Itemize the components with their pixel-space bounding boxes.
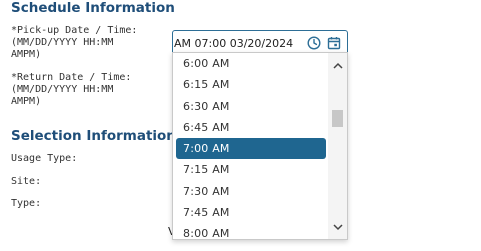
dropdown-scrollbar[interactable]	[328, 53, 347, 239]
time-option-715[interactable]: 7:15 AM	[173, 159, 329, 180]
chevron-down-icon[interactable]	[328, 219, 347, 235]
time-options: 6:00 AM 6:15 AM 6:30 AM 6:45 AM 7:00 AM …	[173, 53, 329, 239]
time-option-600[interactable]: 6:00 AM	[173, 53, 329, 74]
return-date-time-label: *Return Date / Time: (MM/DD/YYYY HH:MM A…	[11, 72, 132, 107]
pickup-date-time-value[interactable]: 03/20/2024 07:00 AM	[173, 37, 304, 50]
time-option-745[interactable]: 7:45 AM	[173, 202, 329, 223]
selection-information-heading: Selection Information	[11, 128, 176, 144]
schedule-information-heading: Schedule Information	[11, 0, 175, 16]
site-label: Site:	[11, 176, 42, 187]
time-option-630[interactable]: 6:30 AM	[173, 96, 329, 117]
time-dropdown-list[interactable]: 6:00 AM 6:15 AM 6:30 AM 6:45 AM 7:00 AM …	[172, 52, 348, 240]
clock-icon[interactable]	[304, 33, 324, 53]
chevron-up-icon[interactable]	[328, 57, 347, 73]
calendar-icon[interactable]	[324, 33, 344, 53]
time-option-700-selected[interactable]: 7:00 AM	[176, 138, 326, 160]
scrollbar-thumb[interactable]	[332, 110, 343, 127]
time-option-730[interactable]: 7:30 AM	[173, 181, 329, 202]
type-label: Type:	[11, 198, 42, 209]
time-option-615[interactable]: 6:15 AM	[173, 74, 329, 95]
time-option-800[interactable]: 8:00 AM	[173, 223, 329, 239]
usage-type-label: Usage Type:	[11, 153, 78, 164]
time-option-645[interactable]: 6:45 AM	[173, 117, 329, 138]
pickup-date-time-label: *Pick-up Date / Time: (MM/DD/YYYY HH:MM …	[11, 25, 138, 60]
